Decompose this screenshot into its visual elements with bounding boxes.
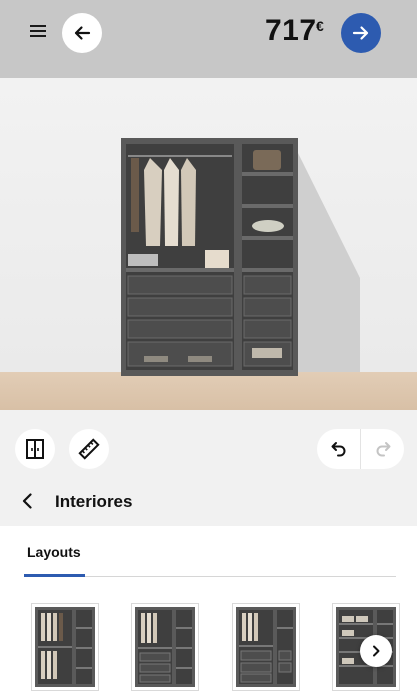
ruler-icon — [78, 438, 100, 460]
layout-option-3[interactable] — [232, 603, 300, 691]
undo-button[interactable] — [317, 429, 360, 469]
next-button[interactable] — [341, 13, 381, 53]
undo-redo-group — [317, 429, 404, 469]
layout-thumbnails — [0, 578, 417, 700]
tab-layouts[interactable]: Layouts — [27, 544, 81, 560]
scroll-layouts-next-button[interactable] — [360, 635, 392, 667]
menu-button[interactable] — [30, 22, 54, 42]
layout-preview — [135, 607, 195, 687]
section-header: Interiores — [0, 476, 417, 526]
measure-button[interactable] — [69, 429, 109, 469]
back-button[interactable] — [62, 13, 102, 53]
tab-bar: Layouts — [0, 526, 417, 578]
redo-button[interactable] — [361, 429, 404, 469]
hamburger-menu-icon — [30, 25, 46, 27]
active-tab-indicator — [24, 574, 85, 577]
redo-icon — [376, 442, 390, 457]
price-currency: € — [316, 18, 324, 34]
layout-preview — [35, 607, 95, 687]
frame-view-button[interactable] — [15, 429, 55, 469]
layout-option-2[interactable] — [131, 603, 199, 691]
top-bar: 717 € — [0, 0, 417, 78]
wardrobe-illustration — [121, 138, 360, 376]
chevron-right-icon — [373, 645, 380, 657]
layout-preview — [236, 607, 296, 687]
total-price: 717 € — [240, 12, 330, 52]
layout-option-1[interactable] — [31, 603, 99, 691]
chevron-left-icon — [22, 493, 32, 509]
price-amount: 717 — [265, 14, 317, 47]
section-back-button[interactable] — [18, 491, 38, 511]
arrow-left-icon — [74, 26, 91, 40]
wardrobe-3d-view[interactable] — [0, 78, 417, 410]
wardrobe-planner-screen: 717 € Interiores Layouts — [0, 0, 417, 700]
section-title: Interiores — [55, 492, 133, 511]
arrow-right-icon — [352, 26, 369, 40]
undo-icon — [331, 442, 345, 457]
wardrobe-frame-icon — [26, 439, 44, 459]
